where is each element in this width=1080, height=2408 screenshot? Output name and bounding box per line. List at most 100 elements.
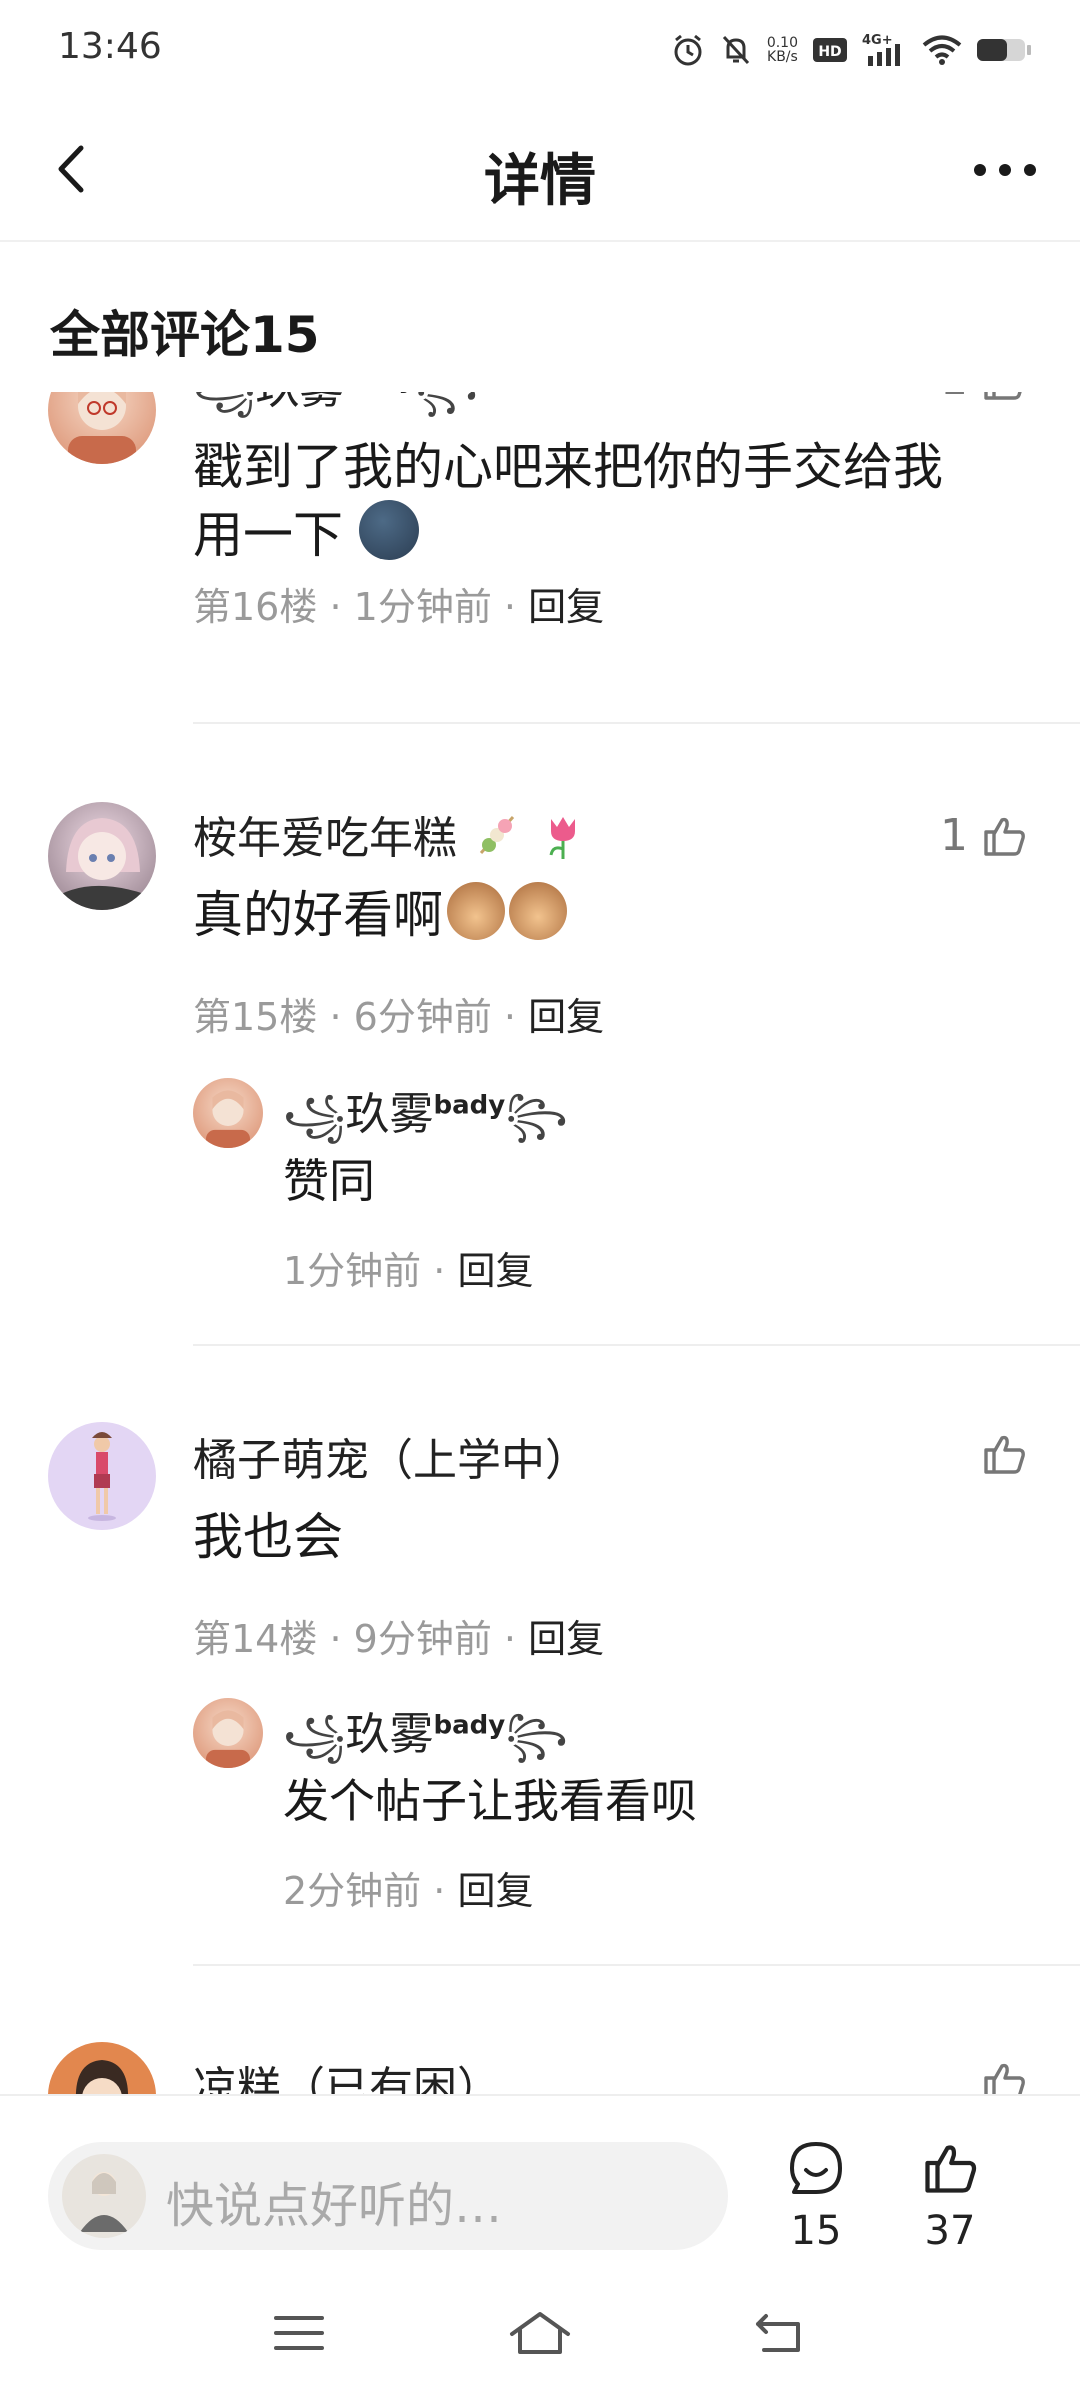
moon-emoji-icon	[358, 500, 419, 560]
avatar-illustration	[88, 1432, 116, 1521]
avatar-illustration	[68, 392, 136, 464]
comment-username[interactable]: 桉年爱吃年糕	[193, 802, 589, 866]
divider	[193, 722, 1080, 724]
swirl-decoration-icon: ꧂	[505, 1093, 568, 1139]
comment-item: 橘子萌宠（上学中） 我也会 第14楼 · 9分钟前 · 回复 ꧁玖雾bady꧂ …	[0, 1422, 1080, 2042]
see-no-evil-monkey-icon	[509, 882, 567, 940]
reply-button[interactable]: 回复	[457, 1249, 533, 1293]
avatar[interactable]	[48, 1422, 156, 1530]
comment-text: 戳到了我的心吧来把你的手交给我 用一下	[193, 434, 1013, 568]
status-bar: 13:46 0.10 KB/s HD 4G+	[0, 0, 1080, 96]
divider	[193, 1964, 1080, 1966]
comment-item: ꧁玖雾bady꧂ 1 戳到了我的心吧来把你的手交给我 用一下 第16楼 · 1分…	[0, 392, 1080, 776]
meta-separator: ·	[329, 585, 342, 629]
meta-separator: ·	[503, 585, 517, 629]
comment-meta: 第14楼 · 9分钟前 · 回复	[193, 1608, 604, 1663]
floor-number: 第15楼	[193, 995, 318, 1039]
like-button[interactable]: 1	[940, 810, 1028, 861]
comment-text-line: 戳到了我的心吧来把你的手交给我	[193, 438, 943, 496]
username-sup: bady	[433, 1710, 506, 1741]
input-placeholder: 快说点好听的…	[166, 2178, 503, 2234]
thumb-up-icon	[984, 1435, 1025, 1474]
like-button[interactable]	[980, 2058, 1028, 2094]
comment-item: 桉年爱吃年糕 1 真的好看啊 第15楼 · 6分钟前 · 回复 ꧁玖雾bady꧂…	[0, 802, 1080, 1422]
comment-text-line: 用一下	[193, 500, 1013, 568]
reply-avatar[interactable]	[193, 1698, 263, 1768]
back-nav-icon[interactable]	[752, 2308, 808, 2358]
avatar[interactable]	[48, 392, 156, 464]
reply-button[interactable]: 回复	[528, 995, 604, 1039]
meta-separator: ·	[329, 1617, 342, 1661]
reply-avatar[interactable]	[193, 1078, 263, 1148]
floor-number: 第14楼	[193, 1617, 318, 1661]
swirl-decoration-icon: ꧂	[505, 1713, 568, 1759]
avatar[interactable]	[48, 2042, 156, 2094]
alarm-icon	[674, 34, 702, 66]
comment-text: 我也会	[193, 1508, 343, 1566]
network-type-label: 4G+	[862, 33, 893, 48]
divider	[193, 1344, 1080, 1346]
comment-meta: 第15楼 · 6分钟前 · 回复	[193, 986, 604, 1041]
swirl-decoration-icon: ꧁	[193, 392, 255, 413]
comment-text-span: 用一下	[193, 506, 343, 564]
reply-text: 赞同	[283, 1154, 375, 1208]
comment-username[interactable]: 凉糕（已有困）	[193, 2052, 501, 2094]
net-speed: 0.10 KB/s	[767, 36, 798, 64]
comment-item: 凉糕（已有困）	[0, 2042, 1080, 2094]
avatar-illustration	[205, 1090, 251, 1148]
hd-icon: HD	[813, 38, 847, 62]
avatar-illustration	[75, 2060, 129, 2094]
meta-separator: ·	[329, 995, 342, 1039]
comment-time: 6分钟前	[353, 995, 492, 1039]
username-text: 玖雾	[345, 1709, 434, 1760]
avatar-illustration	[205, 1710, 251, 1768]
comment-text-span: 真的好看啊	[193, 886, 443, 944]
comment-text: 真的好看啊	[193, 882, 1013, 948]
comment-username[interactable]: 橘子萌宠（上学中）	[193, 1424, 589, 1488]
meta-separator: ·	[433, 1869, 446, 1913]
dango-emoji-icon	[479, 816, 515, 854]
my-avatar	[62, 2154, 146, 2238]
comment-list[interactable]: ꧁玖雾bady꧂ 1 戳到了我的心吧来把你的手交给我 用一下 第16楼 · 1分…	[0, 392, 1080, 2094]
thumb-up-icon	[984, 392, 1022, 400]
more-dots-icon	[974, 164, 1036, 176]
username-text: 玖雾	[255, 392, 343, 414]
thumb-up-icon	[984, 2063, 1025, 2094]
reply-meta: 2分钟前 · 回复	[283, 1860, 533, 1915]
username-text: 桉年爱吃年糕	[193, 813, 457, 864]
reply-button[interactable]: 回复	[528, 1617, 604, 1661]
floor-number: 第16楼	[193, 585, 318, 629]
reply-text: 发个帖子让我看看呗	[283, 1774, 697, 1828]
net-speed-unit: KB/s	[767, 49, 798, 65]
username-text: 玖雾	[345, 1089, 434, 1140]
comment-input[interactable]: 快说点好听的…	[48, 2142, 728, 2250]
comment-time: 9分钟前	[353, 1617, 492, 1661]
signal-icon: 4G+	[862, 33, 900, 66]
more-button[interactable]	[970, 152, 1040, 188]
comments-count-title: 全部评论15	[50, 306, 320, 364]
comments-button[interactable]: 15	[766, 2138, 866, 2254]
like-count: 37	[924, 2208, 976, 2254]
like-button[interactable]	[980, 1430, 1028, 1478]
see-no-evil-monkey-icon	[447, 882, 505, 940]
like-button[interactable]: 1	[940, 392, 1028, 405]
menu-icon[interactable]	[272, 2308, 326, 2358]
username-sup: bady	[343, 392, 415, 394]
page-title: 详情	[484, 149, 596, 214]
avatar[interactable]	[48, 802, 156, 910]
reply-button[interactable]: 回复	[457, 1869, 533, 1913]
thumb-up-icon	[984, 817, 1025, 856]
battery-icon	[977, 39, 1031, 61]
like-post-button[interactable]: 37	[900, 2138, 1000, 2254]
home-icon[interactable]	[508, 2308, 572, 2358]
status-icons: 0.10 KB/s HD 4G+	[671, 26, 1032, 74]
reply-button[interactable]: 回复	[528, 585, 604, 629]
system-nav-bar	[0, 2254, 1080, 2408]
reply-meta: 1分钟前 · 回复	[283, 1240, 533, 1295]
comment-time: 1分钟前	[353, 585, 492, 629]
net-speed-value: 0.10	[766, 35, 798, 51]
comment-username[interactable]: ꧁玖雾bady꧂	[193, 392, 478, 440]
status-time: 13:46	[58, 26, 162, 67]
comment-meta: 第16楼 · 1分钟前 · 回复	[193, 576, 604, 631]
meta-separator: ·	[503, 1617, 517, 1661]
